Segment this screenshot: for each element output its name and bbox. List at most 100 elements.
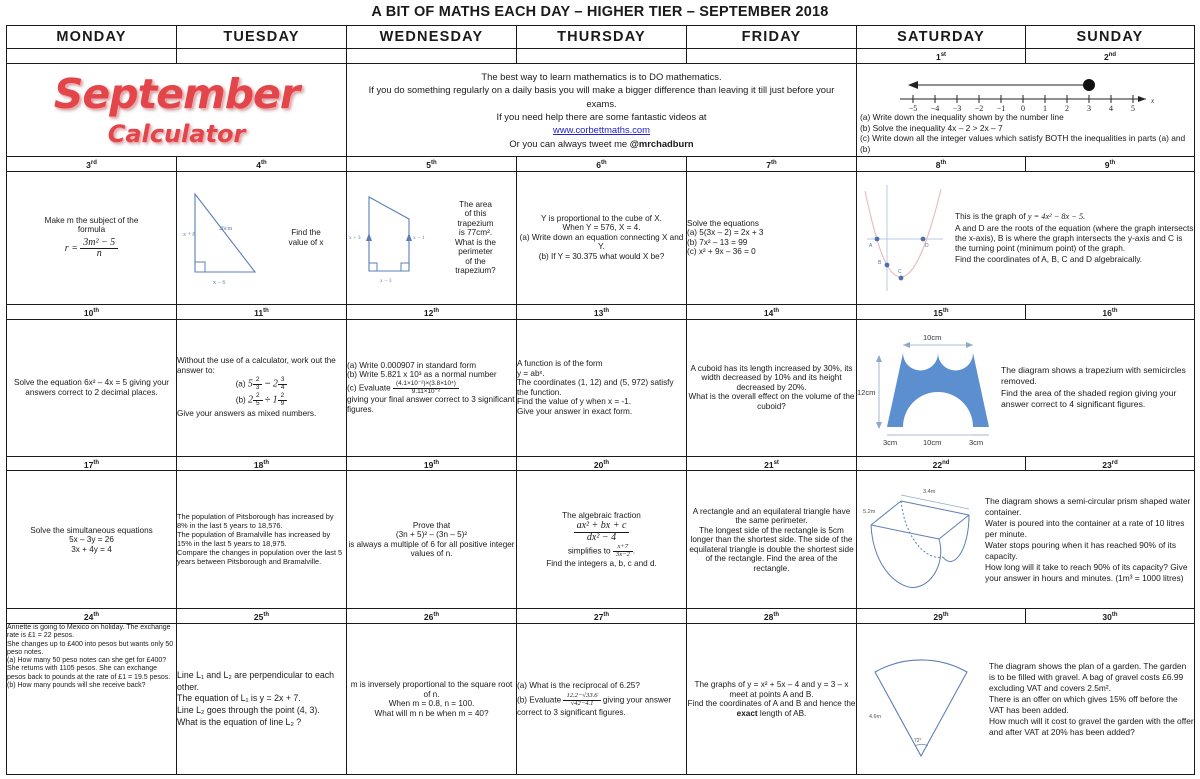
question-19-cell: Prove that (3n + 5)² – (3n – 5)² is alwa…: [346, 470, 517, 610]
trapezium-diagram: x + 3 x − 1 x − 3: [347, 181, 431, 294]
question-20-cell: The algebraic fraction ax² + bx + c dx² …: [516, 470, 687, 610]
q20-simplifies: simplifies to x+7 3x−2 .: [567, 543, 636, 559]
svg-text:3cm: 3cm: [883, 438, 897, 445]
daynum-row-week1: 1st 2nd: [6, 48, 1195, 64]
number-line-diagram: x −5 −4 −3 −2 −1 0 123 4 5: [900, 78, 1155, 111]
question-14-cell: A cuboid has its length increased by 30%…: [686, 318, 857, 457]
q8-line-1-prefix: This is the graph of: [955, 211, 1028, 222]
svg-text:5.2m: 5.2m: [863, 509, 876, 515]
weekday-saturday: SATURDAY: [856, 25, 1026, 49]
daynum-25: 25th: [176, 608, 347, 625]
q19-line-3: is always a multiple of 6 for all positi…: [348, 539, 515, 559]
weekday-sunday: SUNDAY: [1025, 25, 1195, 49]
intro-line-4: Or you can always tweet me: [509, 137, 630, 149]
branding-cell: September Calculator: [6, 62, 347, 157]
question-28-cell: The graphs of y = x² + 5x – 4 and y = 3 …: [686, 623, 857, 776]
semicircular-prism-diagram: 3.4m 5.2m: [857, 479, 981, 602]
q25-line-2: The equation of L₁ is y = 2x + 7.: [177, 693, 301, 704]
svg-text:3: 3: [1087, 104, 1091, 111]
q27-part-b: (b) Evaluate 12.2−√33.6 √42−4.1 giving y…: [517, 692, 672, 718]
q6-line-2: When Y = 576, X = 4.: [562, 223, 641, 233]
q11-part-a: (a) 523 − 234: [177, 377, 346, 391]
content-row-week4: Solve the simultaneous equations 5x – 3y…: [6, 470, 1195, 610]
content-row-week2: Make m the subject of the formula r = 3m…: [6, 170, 1195, 305]
q26-text: m is inversely proportional to the squar…: [350, 680, 513, 718]
content-row-week3: Solve the equation 6x² – 4x = 5 giving y…: [6, 318, 1195, 457]
q12-part-a: (a) Write 0.000907 in standard form: [347, 360, 477, 370]
daynum-19: 19th: [346, 455, 517, 472]
daynum-29: 29th: [856, 608, 1026, 625]
svg-text:12cm: 12cm: [857, 388, 875, 397]
daynum-14: 14th: [686, 303, 857, 320]
question-10-cell: Solve the equation 6x² – 4x = 5 giving y…: [6, 318, 177, 457]
q28-line-2: Find the coordinates of A and B and henc…: [687, 699, 856, 718]
q13-line-3: The coordinates (1, 12) and (5, 972) sat…: [517, 378, 674, 397]
q11-intro: Without the use of a calculator, work ou…: [177, 356, 336, 375]
content-row-week1: September Calculator The best way to lea…: [6, 62, 1195, 157]
intro-cell: The best way to learn mathematics is to …: [346, 62, 857, 157]
content-row-week5: Annette is going to Mexico on holiday. T…: [6, 623, 1195, 776]
daynum-16: 16th: [1025, 303, 1195, 320]
question-22-cell: 3.4m 5.2m The diagram shows a semi-circu…: [856, 470, 1195, 610]
q6-line-3: (a) Write down an equation connecting X …: [519, 232, 684, 252]
daynum-27: 27th: [516, 608, 687, 625]
q25-line-4: What is the equation of line L₂ ?: [177, 716, 302, 727]
q25-line-3: Line L₂ goes through the point (4, 3).: [177, 705, 320, 715]
q3-line-1: Make m the subject of the: [44, 215, 139, 225]
daynum-blank: [6, 48, 177, 64]
daynum-12: 12th: [346, 303, 517, 320]
daynum-row-week2: 3rd 4th 5th 6th 7th 8th 9th: [6, 155, 1195, 172]
q23-text: The diagram shows a semi-circular prism …: [985, 496, 1191, 583]
daynum-blank: [686, 48, 857, 64]
svg-text:x − 3: x − 3: [380, 278, 392, 284]
svg-text:3.4m: 3.4m: [923, 489, 936, 495]
question-3-cell: Make m the subject of the formula r = 3m…: [6, 170, 177, 305]
svg-text:72°: 72°: [914, 738, 922, 744]
q19-line-1: Prove that: [412, 520, 451, 530]
daynum-10: 10th: [6, 303, 177, 320]
daynum-21: 21st: [686, 455, 857, 472]
svg-text:B: B: [878, 260, 882, 266]
q7-part-c: (c) x² + 9x – 36 = 0: [687, 247, 756, 257]
q17-intro: Solve the simultaneous equations: [30, 525, 153, 535]
svg-text:5: 5: [1131, 104, 1135, 111]
q28-line-1: The graphs of y = x² + 5x – 4 and y = 3 …: [694, 680, 849, 699]
svg-text:3cm: 3cm: [969, 438, 983, 445]
q24-paragraph-4: She returns with 1105 pesos. She can exc…: [7, 665, 171, 681]
q6-line-1: Y is proportional to the cube of X.: [541, 213, 662, 223]
q1-part-b: (b) Solve the inequality 4x – 2 > 2x – 7: [860, 122, 1003, 133]
q14-text: A cuboid has its length increased by 30%…: [688, 363, 855, 411]
daynum-23: 23rd: [1025, 455, 1195, 472]
q8-line-3: Find the coordinates of A, B, C and D al…: [955, 253, 1143, 264]
q18-paragraph-2: The population of Bramalville has increa…: [177, 530, 331, 548]
weekday-friday: FRIDAY: [686, 25, 857, 49]
q20-line-3: Find the integers a, b, c and d.: [546, 559, 657, 569]
twitter-handle: @mrchadburn: [629, 137, 694, 149]
q4-text: Find the value of x: [288, 228, 324, 247]
daynum-6: 6th: [516, 155, 687, 172]
q17-equation-2: 3x + 4y = 4: [71, 544, 112, 554]
q1-part-c: (c) Write down all the integer values wh…: [860, 133, 1186, 155]
question-27-cell: (a) What is the reciprocal of 6.25? (b) …: [516, 623, 687, 776]
q30-text: The diagram shows the plan of a garden. …: [989, 660, 1194, 737]
daynum-11: 11th: [176, 303, 347, 320]
page-title: A BIT OF MATHS EACH DAY – HIGHER TIER – …: [371, 4, 829, 20]
q3-formula: r = 3m² − 5 n: [7, 237, 176, 260]
q18-paragraph-1: The population of Pitsborough has increa…: [177, 512, 334, 531]
calendar-page: A BIT OF MATHS EACH DAY – HIGHER TIER – …: [0, 0, 1200, 779]
svg-text:−1: −1: [997, 104, 1006, 111]
corbettmaths-link[interactable]: www.corbettmaths.com: [553, 124, 650, 135]
q12-outro: giving your final answer correct to 3 si…: [347, 395, 515, 414]
calculator-wordmark: Calculator: [107, 119, 246, 148]
q24-part-a: (a) How many 50 peso notes can she get f…: [7, 657, 167, 665]
daynum-20: 20th: [516, 455, 687, 472]
question-17-cell: Solve the simultaneous equations 5x – 3y…: [6, 470, 177, 610]
q13-line-5: Give your answer in exact form.: [517, 406, 633, 416]
svg-text:A: A: [869, 243, 873, 249]
daynum-1-suffix: st: [940, 52, 947, 58]
q13-line-1: A function is of the form: [517, 359, 603, 368]
parabola-graph-diagram: A D B C: [857, 177, 949, 298]
daynum-9: 9th: [1025, 155, 1195, 172]
intro-line-3: If you need help there are some fantasti…: [496, 110, 707, 122]
daynum-2: 2nd: [1025, 48, 1195, 64]
